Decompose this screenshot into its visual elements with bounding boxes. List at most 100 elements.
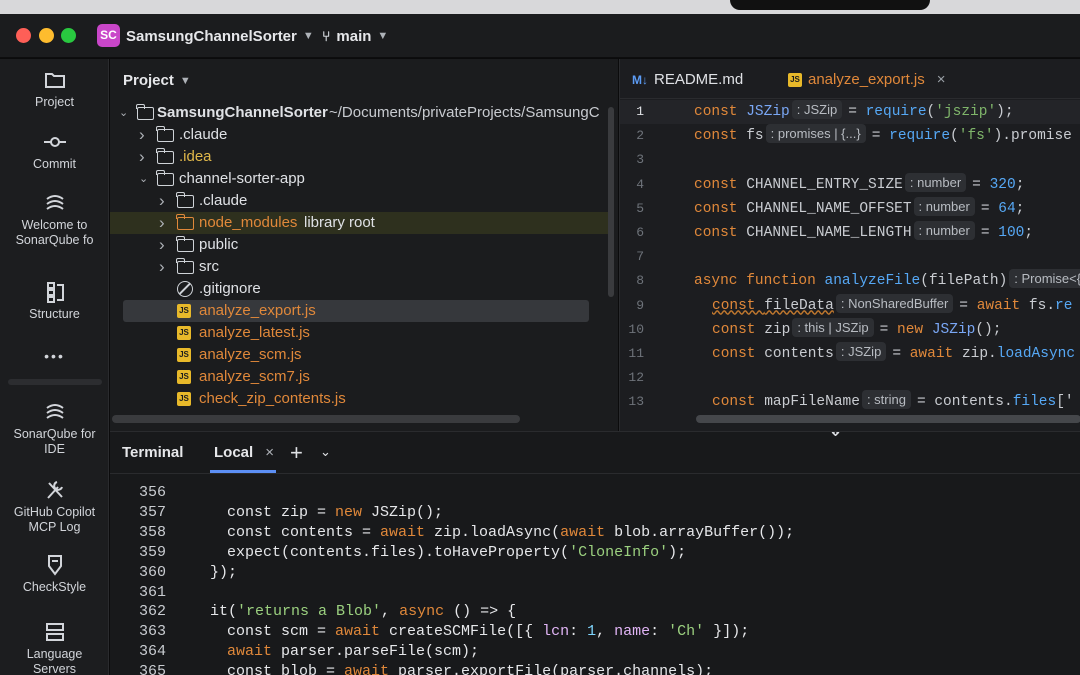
folder-item[interactable]: › .claude bbox=[110, 190, 610, 212]
code-line[interactable]: 13 const mapFileName: string = contents.fi… bbox=[620, 390, 1080, 414]
tool-label: GitHub Copilot MCP Log bbox=[13, 505, 96, 534]
chevron-down-icon[interactable]: ⌄ bbox=[119, 102, 131, 124]
chevron-right-icon[interactable]: › bbox=[159, 212, 171, 234]
code-token: const bbox=[712, 321, 765, 338]
window-minimize-button[interactable] bbox=[39, 28, 54, 43]
code-line[interactable]: 1 const JSZip: JSZip = require('jszip'); bbox=[620, 100, 1080, 124]
javascript-icon: JS bbox=[177, 348, 191, 362]
line-number: 3 bbox=[636, 152, 644, 168]
line-number: 12 bbox=[628, 370, 644, 386]
tab-readme[interactable]: M↓ README.md bbox=[632, 69, 743, 91]
tool-github-copilot-mcp-log[interactable]: GitHub Copilot MCP Log bbox=[0, 479, 109, 535]
panel-title[interactable]: Project ▼ bbox=[123, 72, 191, 89]
code-line[interactable]: 11 const contents: JSZip = await zip.loadA… bbox=[620, 342, 1080, 366]
code-line[interactable]: 4 const CHANNEL_ENTRY_SIZE: number = 320; bbox=[620, 172, 1080, 197]
file-item[interactable]: .gitignore bbox=[110, 278, 610, 300]
code-token: ); bbox=[996, 104, 1014, 120]
window-maximize-button[interactable] bbox=[61, 28, 76, 43]
code-token: await bbox=[335, 623, 390, 641]
code-text: const fs: promises | {...} = require('fs'… bbox=[694, 124, 1072, 148]
tool-label: SonarQube for IDE bbox=[13, 427, 96, 456]
chevron-down-icon[interactable]: ⌄ bbox=[139, 168, 151, 190]
vertical-scrollbar[interactable] bbox=[608, 107, 614, 297]
tree-item-label: .claude bbox=[199, 192, 248, 209]
structure-icon bbox=[43, 281, 67, 303]
file-item[interactable]: JS check_zip_contents.js bbox=[110, 388, 610, 410]
code-token: await bbox=[909, 346, 962, 362]
tool-commit[interactable]: Commit bbox=[0, 131, 109, 172]
code-line[interactable]: 9 const fileData: NonSharedBuffer = await … bbox=[620, 293, 1080, 318]
add-terminal-button[interactable]: + bbox=[290, 440, 303, 466]
code-token: async bbox=[399, 603, 454, 621]
tree-item-label: node_modules bbox=[199, 214, 298, 231]
folder-icon bbox=[156, 170, 174, 186]
folder-icon bbox=[43, 69, 67, 91]
file-item[interactable]: JS analyze_latest.js bbox=[110, 322, 610, 344]
active-tab-indicator bbox=[210, 470, 276, 473]
code-token: const zip = bbox=[227, 503, 336, 521]
terminal-line: 360}); bbox=[110, 563, 1080, 583]
folder-item[interactable]: › .idea bbox=[110, 146, 610, 168]
markdown-icon: M↓ bbox=[632, 73, 648, 87]
chevron-right-icon[interactable]: › bbox=[139, 124, 151, 146]
folder-item[interactable]: › public bbox=[110, 234, 610, 256]
tool-language-servers[interactable]: Language Servers bbox=[0, 621, 109, 675]
code-line[interactable]: 2 const fs: promises | {...} = require('fs… bbox=[620, 124, 1080, 148]
code-line[interactable]: 10 const zip: this | JSZip = new JSZip(); bbox=[620, 317, 1080, 342]
inlay-hint: : NonSharedBuffer bbox=[835, 293, 954, 313]
file-item[interactable]: JS analyze_export.js bbox=[123, 300, 589, 322]
tool-sonarqube-for-ide[interactable]: SonarQube for IDE bbox=[0, 401, 109, 457]
code-line[interactable]: 3 bbox=[620, 148, 1080, 172]
code-token: ; bbox=[1015, 200, 1025, 217]
horizontal-scrollbar[interactable] bbox=[696, 415, 1080, 423]
code-line[interactable]: 6 const CHANNEL_NAME_LENGTH: number = 100; bbox=[620, 221, 1080, 245]
code-token: const bbox=[712, 297, 765, 314]
folder-item[interactable]: ⌄ channel-sorter-app bbox=[110, 168, 610, 190]
terminal-tab-label: Local bbox=[214, 444, 254, 461]
code-token: it( bbox=[210, 603, 238, 621]
tab-analyze-export[interactable]: JS analyze_export.js × bbox=[788, 69, 946, 91]
code-token: await bbox=[380, 523, 435, 541]
close-icon[interactable]: × bbox=[265, 444, 274, 461]
tool-structure[interactable]: Structure bbox=[0, 281, 109, 322]
code-line[interactable]: 12 bbox=[620, 366, 1080, 390]
code-token: parser.parseFile(scm); bbox=[281, 643, 480, 661]
code-line[interactable]: 8 async function analyzeFile(filePath): P… bbox=[620, 269, 1080, 293]
close-icon[interactable]: × bbox=[937, 69, 946, 91]
terminal-text: }); bbox=[210, 563, 237, 583]
tool-welcome-to-sonarqube-fo[interactable]: Welcome to SonarQube fo bbox=[0, 192, 109, 248]
chevron-right-icon[interactable]: › bbox=[139, 146, 151, 168]
file-item[interactable]: JS analyze_scm.js bbox=[110, 344, 610, 366]
tree-root[interactable]: ⌄ SamsungChannelSorter ~/Documents/priva… bbox=[110, 102, 610, 124]
camera-notch bbox=[730, 0, 930, 10]
horizontal-scrollbar[interactable] bbox=[112, 415, 520, 423]
folder-item[interactable]: › .claude bbox=[110, 124, 610, 146]
chevron-right-icon[interactable]: › bbox=[159, 234, 171, 256]
code-token: = bbox=[959, 297, 977, 314]
folder-item[interactable]: › node_modules library root bbox=[110, 212, 610, 234]
window-close-button[interactable] bbox=[16, 28, 31, 43]
chevron-right-icon[interactable]: › bbox=[159, 256, 171, 278]
tool-checkstyle[interactable]: CheckStyle bbox=[0, 554, 109, 595]
folder-item[interactable]: › src bbox=[110, 256, 610, 278]
tool-project[interactable]: Project bbox=[0, 69, 109, 110]
tool-[interactable]: ••• bbox=[0, 349, 109, 365]
code-line[interactable]: 5 const CHANNEL_NAME_OFFSET: number = 64; bbox=[620, 196, 1080, 221]
code-token: = bbox=[848, 104, 866, 120]
tree-item-label: .gitignore bbox=[199, 280, 261, 297]
terminal-text: const scm = await createSCMFile([{ lcn: … bbox=[227, 622, 749, 642]
file-item[interactable]: JS analyze_scm7.js bbox=[110, 366, 610, 388]
branch-switcher[interactable]: ⑂ main ▼ bbox=[322, 26, 388, 46]
chevron-down-icon[interactable]: ⌄ bbox=[320, 444, 331, 460]
more-icon[interactable]: ••• bbox=[44, 348, 65, 364]
code-token: ); bbox=[668, 543, 687, 561]
chevron-down-icon: ▼ bbox=[302, 30, 314, 42]
project-switcher[interactable]: SamsungChannelSorter ▼ bbox=[126, 26, 314, 46]
chevron-right-icon[interactable]: › bbox=[159, 190, 171, 212]
code-token: : bbox=[569, 623, 588, 641]
code-line[interactable]: 7 bbox=[620, 245, 1080, 269]
terminal-tab-local[interactable]: Local × bbox=[214, 444, 274, 461]
tool-label: Commit bbox=[32, 157, 77, 171]
folder-icon bbox=[136, 104, 154, 120]
code-token: const bbox=[694, 200, 747, 217]
